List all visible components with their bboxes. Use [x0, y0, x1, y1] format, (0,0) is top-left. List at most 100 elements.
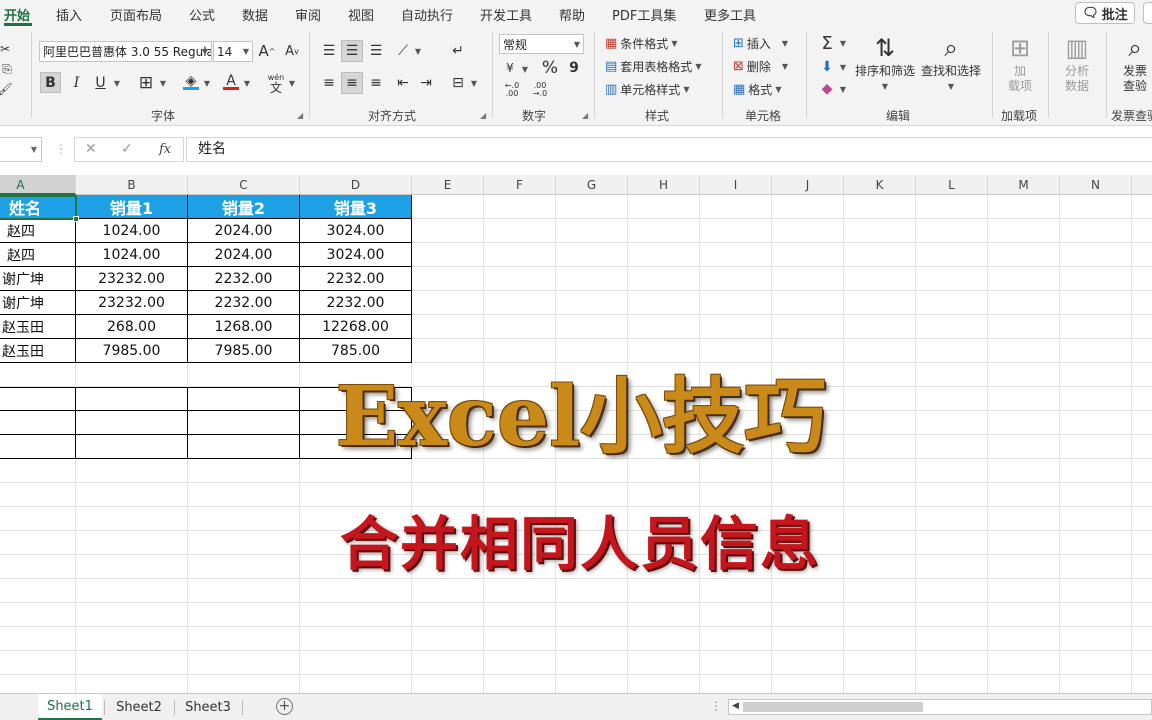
tab-automate[interactable]: 自动执行: [401, 5, 453, 24]
sheet-tab-1[interactable]: Sheet1: [38, 694, 102, 720]
column-header-a[interactable]: A: [0, 175, 76, 195]
fill-color-button[interactable]: ◈: [180, 70, 202, 94]
column-header-k[interactable]: K: [844, 175, 916, 195]
dialog-launcher-icon[interactable]: ◢: [480, 111, 486, 120]
font-size-select[interactable]: 14 ▼: [213, 41, 253, 62]
autosum-icon[interactable]: Σ: [816, 32, 838, 54]
fill-handle[interactable]: [73, 216, 79, 222]
sales-cell[interactable]: 23232.00: [76, 291, 188, 315]
name-cell[interactable]: 赵四: [0, 219, 76, 243]
tab-developer[interactable]: 开发工具: [480, 5, 532, 24]
scrollbar-thumb[interactable]: [743, 702, 923, 712]
sales-cell[interactable]: 7985.00: [76, 339, 188, 363]
dialog-launcher-icon[interactable]: ◢: [582, 111, 588, 120]
tab-more-tools[interactable]: 更多工具: [704, 5, 756, 24]
chevron-down-icon[interactable]: ▼: [202, 76, 212, 90]
bold-button[interactable]: B: [40, 72, 61, 93]
column-header-m[interactable]: M: [988, 175, 1060, 195]
column-header-b[interactable]: B: [76, 175, 188, 195]
font-name-select[interactable]: 阿里巴巴普惠体 3.0 55 Regular ▼: [39, 41, 212, 62]
sales-cell[interactable]: 1268.00: [188, 315, 300, 339]
chevron-down-icon[interactable]: ▼: [838, 36, 848, 50]
splitter-handle[interactable]: ⋮: [55, 142, 67, 156]
sales-cell[interactable]: 2232.00: [300, 291, 412, 315]
tab-review[interactable]: 审阅: [295, 5, 321, 24]
column-header-c[interactable]: C: [188, 175, 300, 195]
addins-button[interactable]: ⊞ 加 载项: [998, 32, 1042, 94]
add-sheet-icon[interactable]: +: [276, 698, 293, 715]
sales-cell[interactable]: 268.00: [76, 315, 188, 339]
column-header-d[interactable]: D: [300, 175, 412, 195]
chevron-down-icon[interactable]: ▼: [413, 44, 423, 58]
chevron-down-icon[interactable]: ▼: [520, 62, 530, 76]
tab-help[interactable]: 帮助: [559, 5, 585, 24]
align-right-icon[interactable]: ≡: [365, 72, 387, 94]
align-bottom-icon[interactable]: ☰: [365, 40, 387, 62]
sheet-tab-2[interactable]: Sheet2: [106, 694, 172, 720]
chevron-down-icon[interactable]: ▼: [469, 76, 479, 90]
tab-insert[interactable]: 插入: [56, 5, 82, 24]
sales-cell[interactable]: 2024.00: [188, 219, 300, 243]
cut-icon[interactable]: ✂: [0, 40, 10, 58]
table-header-cell[interactable]: 销量2: [188, 195, 300, 219]
underline-button[interactable]: U: [90, 72, 111, 93]
enter-icon[interactable]: ✓: [121, 141, 133, 157]
empty-bordered-cell[interactable]: [76, 411, 188, 435]
empty-bordered-cell[interactable]: [0, 411, 76, 435]
sales-cell[interactable]: 1024.00: [76, 219, 188, 243]
chevron-down-icon[interactable]: ▼: [287, 76, 297, 90]
chevron-down-icon[interactable]: ▼: [838, 60, 848, 74]
column-header-n[interactable]: N: [1060, 175, 1132, 195]
comments-button[interactable]: 🗨 批注: [1075, 2, 1135, 24]
name-box[interactable]: ▼: [0, 137, 42, 162]
tab-home[interactable]: 开始: [4, 5, 30, 24]
empty-bordered-cell[interactable]: [76, 435, 188, 459]
decrease-font-size-button[interactable]: Av: [283, 41, 301, 61]
tab-pdf-tools[interactable]: PDF工具集: [612, 5, 676, 24]
table-header-cell[interactable]: 销量1: [76, 195, 188, 219]
chevron-down-icon[interactable]: ▼: [242, 76, 252, 90]
insert-function-icon[interactable]: fx: [159, 142, 171, 157]
cancel-icon[interactable]: ✕: [85, 141, 97, 157]
find-select-button[interactable]: ⌕ 查找和选择 ▼: [918, 32, 984, 94]
align-middle-icon[interactable]: ☰: [341, 40, 363, 62]
sheet-tab-3[interactable]: Sheet3: [176, 694, 240, 720]
analyze-data-button[interactable]: ▥ 分析 数据: [1054, 32, 1100, 94]
table-header-cell[interactable]: 销量3: [300, 195, 412, 219]
tab-view[interactable]: 视图: [348, 5, 374, 24]
percent-style-button[interactable]: %: [539, 57, 561, 79]
font-color-button[interactable]: A: [220, 70, 242, 94]
column-header-i[interactable]: I: [700, 175, 772, 195]
column-header-l[interactable]: L: [916, 175, 988, 195]
empty-bordered-cell[interactable]: [76, 387, 188, 411]
align-top-icon[interactable]: ☰: [318, 40, 340, 62]
sales-cell[interactable]: 785.00: [300, 339, 412, 363]
conditional-formatting-button[interactable]: ▦ 条件格式 ▼: [605, 35, 677, 52]
dialog-launcher-icon[interactable]: ◢: [297, 111, 303, 120]
delete-cells-button[interactable]: ⊠ 删除 ▼: [733, 58, 788, 75]
tab-splitter-handle[interactable]: ⋮: [710, 699, 722, 713]
decrease-decimal-button[interactable]: .00 →.0: [528, 80, 552, 100]
sales-cell[interactable]: 23232.00: [76, 267, 188, 291]
increase-decimal-button[interactable]: ←.0 .00: [500, 80, 524, 100]
empty-bordered-cell[interactable]: [0, 435, 76, 459]
column-header-j[interactable]: J: [772, 175, 844, 195]
sort-filter-button[interactable]: ⇅ 排序和筛选 ▼: [852, 32, 918, 94]
clear-icon[interactable]: ◆: [816, 78, 838, 100]
invoice-check-button[interactable]: ⌕ 发票 查验: [1112, 32, 1152, 94]
format-as-table-button[interactable]: ▤ 套用表格格式 ▼: [605, 58, 701, 75]
formula-input[interactable]: 姓名: [186, 137, 1152, 162]
sales-cell[interactable]: 2232.00: [188, 267, 300, 291]
format-painter-icon[interactable]: 🖌: [0, 80, 13, 98]
name-cell[interactable]: 赵玉田: [0, 315, 76, 339]
insert-cells-button[interactable]: ⊞ 插入 ▼: [733, 35, 788, 52]
column-header-f[interactable]: F: [484, 175, 556, 195]
increase-font-size-button[interactable]: A ^: [258, 41, 276, 61]
accounting-format-button[interactable]: ¥: [500, 58, 520, 78]
sales-cell[interactable]: 3024.00: [300, 219, 412, 243]
tab-formulas[interactable]: 公式: [189, 5, 215, 24]
italic-button[interactable]: I: [66, 72, 87, 93]
name-cell[interactable]: 赵玉田: [0, 339, 76, 363]
name-cell[interactable]: 赵四: [0, 243, 76, 267]
align-left-icon[interactable]: ≡: [318, 72, 340, 94]
